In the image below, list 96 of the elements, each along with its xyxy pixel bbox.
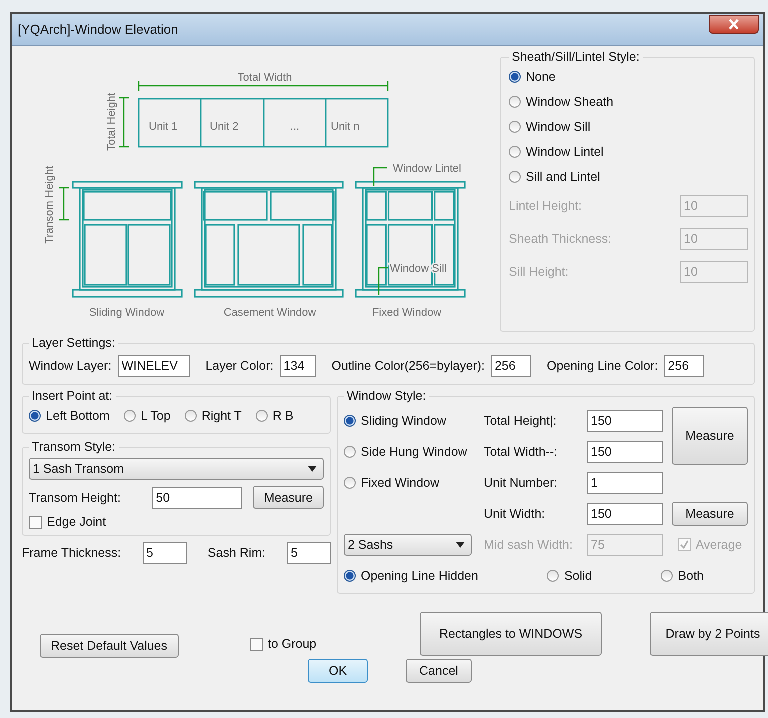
field-label: Total Width--: (484, 444, 558, 458)
diagram-label: Unit 2 (210, 121, 239, 133)
checkbox[interactable] (29, 516, 42, 528)
field-label: Frame Thickness: (22, 546, 122, 560)
radio-button[interactable] (344, 476, 356, 488)
radio-button[interactable] (344, 414, 356, 426)
radio-button[interactable] (509, 171, 521, 183)
radio-button[interactable] (661, 570, 674, 582)
field-label: Outline Color(256=bylayer): (332, 359, 485, 373)
diagram-label: Total Height (106, 92, 118, 152)
radio-button[interactable] (124, 410, 136, 422)
dimension-line (58, 187, 70, 221)
draw-button[interactable]: Draw by 2 Points (650, 612, 768, 656)
field-label: Sheath Thickness: (509, 232, 612, 246)
cancel-button[interactable]: Cancel (406, 659, 472, 683)
diagram-label: Total Width (238, 72, 292, 84)
ok-button[interactable]: OK (308, 659, 368, 683)
radio-label[interactable]: Sliding Window (361, 414, 446, 428)
group-title: Insert Point at: (31, 389, 114, 403)
measure-button[interactable]: Measure (672, 502, 748, 526)
dimension-line (118, 97, 130, 148)
input-field[interactable]: WINELEV (118, 355, 190, 377)
input-field[interactable]: 5 (286, 542, 331, 564)
input-field[interactable]: 150 (587, 502, 663, 524)
diagram-label: Unit 1 (149, 121, 178, 133)
field-label: Window Layer: (29, 359, 112, 373)
radio-label[interactable]: Left Bottom (46, 409, 110, 423)
radio-button[interactable] (547, 570, 560, 582)
input-field[interactable]: 256 (664, 355, 704, 377)
rectangles-button[interactable]: Rectangles to WINDOWS (420, 612, 602, 656)
radio-label[interactable]: L Top (140, 409, 171, 423)
input-field[interactable]: 1 (587, 472, 663, 494)
measure-button[interactable]: Measure (672, 407, 748, 465)
diagram-label: ... (290, 121, 300, 133)
radio-button[interactable] (509, 71, 521, 83)
field-label: Opening Line Color: (546, 359, 658, 373)
group-title: Transom Style: (31, 440, 117, 454)
field-label: Lintel Height: (509, 199, 582, 213)
radio-label[interactable]: Window Sheath (526, 95, 614, 109)
checkmark-icon (680, 540, 689, 549)
input-field[interactable]: 150 (587, 440, 663, 462)
radio-label[interactable]: Sill and Lintel (526, 170, 600, 184)
dropdown-arrow-icon (456, 542, 465, 548)
input-field[interactable]: 50 (152, 486, 242, 508)
radio-label[interactable]: Solid (564, 568, 592, 582)
close-button[interactable] (709, 15, 759, 34)
radio-button[interactable] (509, 121, 521, 133)
field-label: Layer Color: (206, 359, 274, 373)
leader-line (378, 267, 388, 295)
checkbox-label[interactable]: Edge Joint (47, 515, 106, 529)
checkbox-label[interactable]: to Group (268, 637, 317, 651)
radio-label[interactable]: Fixed Window (361, 476, 440, 490)
field-label: Sash Rim: (208, 546, 266, 560)
leader-line (373, 167, 387, 186)
measure-button[interactable]: Measure (253, 486, 324, 509)
radio-label[interactable]: Opening Line Hidden (361, 568, 478, 582)
diagram-label: Transom Height (44, 166, 56, 244)
diagram-caption: Casement Window (224, 307, 316, 319)
radio-button[interactable] (256, 410, 268, 422)
field-label: Mid sash Width: (484, 538, 573, 552)
input-field[interactable]: 150 (587, 410, 663, 432)
field-label: Unit Width: (484, 506, 546, 520)
dropdown[interactable]: 2 Sashs (344, 534, 472, 556)
reset-button[interactable]: Reset Default Values (40, 634, 178, 658)
radio-label[interactable]: None (526, 70, 556, 84)
radio-button[interactable] (509, 146, 521, 158)
input-field[interactable]: 134 (280, 355, 316, 377)
window-title: [YQArch]-Window Elevation (18, 22, 178, 37)
group-title: Window Style: (346, 389, 428, 403)
diagram-caption: Fixed Window (372, 307, 442, 319)
diagram-label: Window Lintel (393, 163, 462, 175)
dropdown-arrow-icon (308, 466, 317, 472)
diagram-caption: Sliding Window (89, 307, 165, 319)
radio-button[interactable] (509, 96, 521, 108)
diagram-label: Unit n (331, 121, 360, 133)
field-label: Unit Number: (484, 476, 558, 490)
radio-label[interactable]: R B (272, 409, 294, 423)
radio-label[interactable]: Window Lintel (526, 145, 604, 159)
input-field[interactable]: 256 (490, 355, 531, 377)
group-title: Layer Settings: (31, 336, 116, 350)
checkbox[interactable] (250, 638, 263, 650)
field-label: Sill Height: (509, 265, 569, 279)
radio-button[interactable] (344, 446, 356, 458)
dropdown[interactable]: 1 Sash Transom (29, 458, 324, 480)
radio-label[interactable]: Window Sill (526, 120, 591, 134)
radio-label[interactable]: Side Hung Window (361, 444, 468, 458)
group-title: Sheath/Sill/Lintel Style: (511, 50, 641, 64)
close-icon (728, 19, 740, 30)
radio-button[interactable] (184, 410, 197, 422)
radio-label[interactable]: Right T (202, 409, 242, 423)
radio-label[interactable]: Both (678, 568, 704, 582)
field-label: Transom Height: (29, 490, 121, 504)
radio-button[interactable] (29, 410, 41, 422)
radio-button[interactable] (344, 570, 356, 582)
field-label: Total Height|: (484, 414, 557, 428)
input-field[interactable]: 5 (142, 542, 187, 564)
